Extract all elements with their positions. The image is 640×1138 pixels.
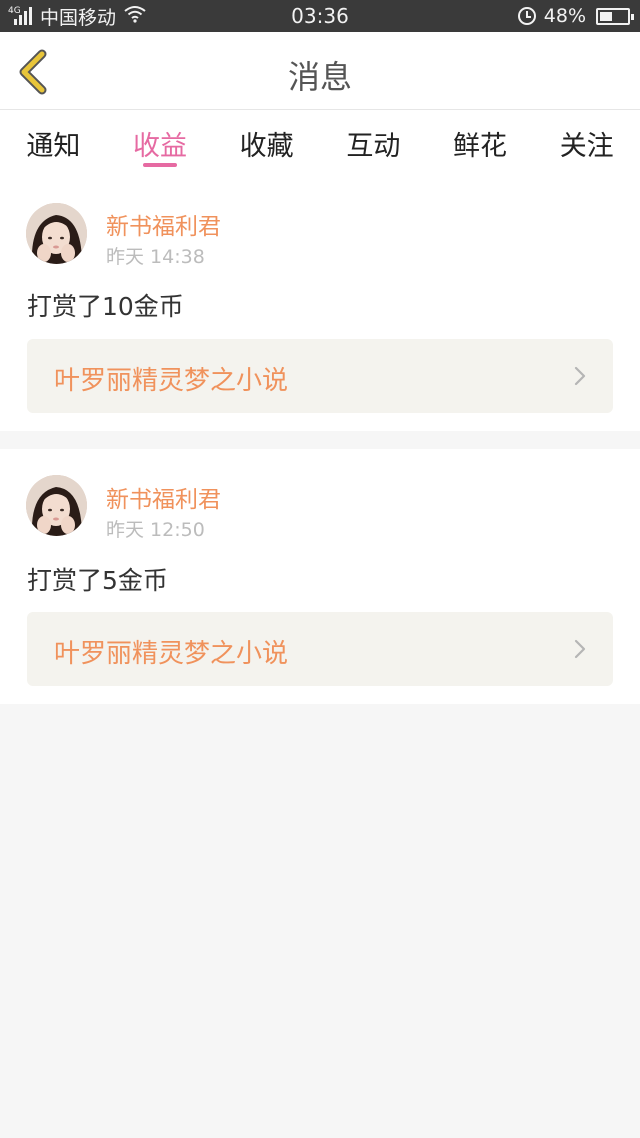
book-title: 叶罗丽精灵梦之小说: [54, 639, 289, 669]
alarm-icon: [517, 7, 536, 25]
tab-label: 收藏: [239, 131, 294, 162]
tab-earnings[interactable]: 收益: [107, 110, 214, 184]
chevron-right-icon: [574, 639, 586, 659]
tab-follows[interactable]: 关注: [533, 110, 640, 184]
tab-favorites[interactable]: 收藏: [213, 110, 320, 184]
chevron-right-icon: [574, 366, 586, 386]
message-text: 打赏了10金币: [27, 292, 184, 321]
tab-interactions[interactable]: 互动: [320, 110, 427, 184]
tab-label: 收益: [133, 131, 187, 162]
tab-label: 关注: [559, 131, 614, 162]
message-time: 昨天 12:50: [106, 519, 205, 541]
sender-name[interactable]: 新书福利君: [106, 480, 221, 514]
tab-bar: 通知 收益 收藏 互动 鲜花 关注: [0, 110, 640, 184]
book-title: 叶罗丽精灵梦之小说: [54, 366, 289, 396]
avatar[interactable]: [26, 203, 87, 264]
page-title: 消息: [287, 58, 352, 96]
tab-label: 通知: [26, 131, 81, 162]
book-link[interactable]: 叶罗丽精灵梦之小说: [27, 612, 613, 686]
tab-label: 鲜花: [453, 131, 508, 162]
battery-percent: 48%: [543, 5, 586, 27]
battery-icon: [596, 7, 634, 25]
status-right: 48%: [517, 4, 634, 28]
book-link[interactable]: 叶罗丽精灵梦之小说: [27, 339, 613, 413]
message-text: 打赏了5金币: [27, 566, 168, 595]
nav-header: 消息: [0, 32, 640, 110]
tab-notifications[interactable]: 通知: [0, 110, 107, 184]
tab-flowers[interactable]: 鲜花: [427, 110, 534, 184]
tab-label: 互动: [346, 131, 401, 162]
message-card: 新书福利君 昨天 14:38 打赏了10金币 叶罗丽精灵梦之小说: [0, 184, 640, 431]
avatar[interactable]: [26, 475, 87, 536]
active-tab-indicator: [143, 163, 177, 167]
sender-name[interactable]: 新书福利君: [106, 207, 221, 241]
status-bar: 4G 中国移动 03:36 48%: [0, 0, 640, 32]
message-time: 昨天 14:38: [106, 246, 205, 268]
message-card: 新书福利君 昨天 12:50 打赏了5金币 叶罗丽精灵梦之小说: [0, 449, 640, 704]
